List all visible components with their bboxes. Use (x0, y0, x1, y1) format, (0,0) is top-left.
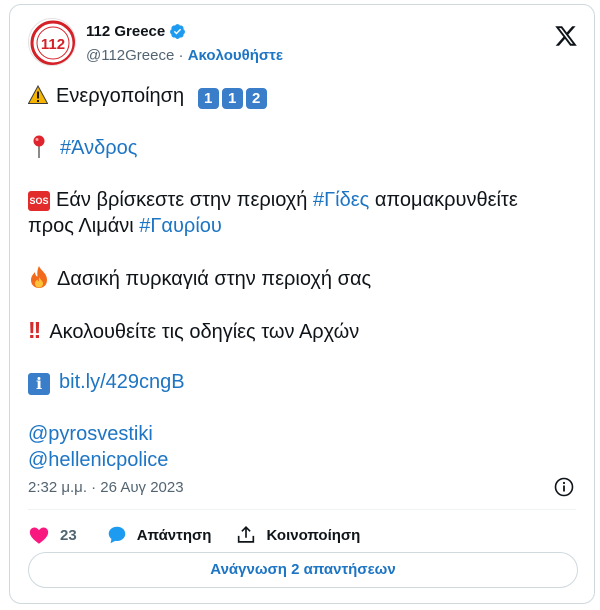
line-mention-2: @hellenicpolice (28, 447, 168, 473)
line-instruction-2: προς Λιμάνι #Γαυρίου (28, 213, 222, 239)
share-icon (238, 526, 255, 543)
avatar-text: 112 (41, 36, 65, 53)
line-link: i bit.ly/429cngB (28, 369, 185, 395)
instruction-text-b: απομακρυνθείτε (374, 189, 518, 211)
information-icon: i (28, 373, 50, 395)
keycap-digit: 1 (221, 88, 243, 109)
share-label: Κοινοποίηση (266, 526, 361, 544)
heart-icon (29, 527, 49, 544)
read-replies-button[interactable]: Ανάγνωση 2 απαντήσεων (28, 552, 578, 588)
handle-row: @112Greece · Ακολουθήστε (86, 47, 283, 64)
instruction-text-c: προς Λιμάνι (28, 215, 134, 237)
avatar-112-logo-icon: 112 (30, 20, 75, 65)
keycap-digit: 1 (197, 88, 219, 109)
warning-icon (28, 85, 48, 104)
reply-bubble-icon (108, 526, 125, 544)
line-fire: Δασική πυρκαγιά στην περιοχή σας (28, 265, 371, 292)
account-name[interactable]: 112 Greece (86, 23, 165, 40)
tweet-link[interactable]: bit.ly/429cngB (59, 371, 185, 393)
tweet-card: 112 112 Greece @112Greece · Ακολουθήστε … (9, 4, 595, 604)
verified-badge-icon (170, 24, 186, 39)
reply-label: Απάντηση (136, 526, 212, 544)
mention-hellenicpolice[interactable]: @hellenicpolice (28, 449, 168, 471)
info-circle-icon[interactable] (554, 477, 574, 497)
tweet-timestamp[interactable]: 2:32 μ.μ. · 26 Αυγ 2023 (28, 479, 184, 496)
tweet-header: 112 112 Greece @112Greece · Ακολουθήστε (28, 18, 580, 68)
name-row: 112 Greece (86, 23, 186, 40)
round-pushpin-icon (33, 135, 45, 158)
instruction-text-a: Εάν βρίσκεστε στην περιοχή (56, 189, 308, 211)
keycaps: 112 (197, 85, 270, 109)
hashtag-gavriou[interactable]: #Γαυρίου (139, 215, 222, 237)
like-count: 23 (60, 526, 77, 544)
mention-pyrosvestiki[interactable]: @pyrosvestiki (28, 423, 153, 445)
follow-instructions-text: Ακολουθείτε τις οδηγίες των Αρχών (49, 321, 360, 343)
activation-text: Ενεργοποίηση (56, 85, 185, 107)
line-location: #Άνδρος (28, 135, 137, 161)
account-handle[interactable]: @112Greece (86, 47, 174, 64)
follow-button[interactable]: Ακολουθήστε (188, 47, 283, 64)
x-logo-icon[interactable] (554, 24, 578, 48)
fire-text: Δασική πυρκαγιά στην περιοχή σας (57, 268, 372, 290)
like-button[interactable]: 23 (28, 524, 77, 546)
fire-icon (31, 266, 47, 288)
keycap-digit: 2 (245, 88, 267, 109)
hashtag-gides[interactable]: #Γίδες (313, 189, 369, 211)
divider (28, 509, 576, 510)
action-bar: 23 Απάντηση Κοινοποίηση (28, 521, 360, 549)
line-follow-instructions: !! Ακολουθείτε τις οδηγίες των Αρχών (28, 317, 359, 345)
line-mention-1: @pyrosvestiki (28, 421, 153, 447)
line-instruction-1: SOS Εάν βρίσκεστε στην περιοχή #Γίδες απο… (28, 187, 518, 213)
separator-dot: · (178, 47, 184, 64)
share-button[interactable]: Κοινοποίηση (235, 524, 360, 546)
double-exclamation-icon: !! (28, 317, 41, 343)
hashtag-andros[interactable]: #Άνδρος (60, 137, 137, 159)
line-activation: Ενεργοποίηση 112 (28, 83, 270, 109)
avatar[interactable]: 112 (28, 18, 76, 66)
reply-button[interactable]: Απάντηση (106, 524, 212, 546)
sos-icon: SOS (28, 191, 50, 211)
